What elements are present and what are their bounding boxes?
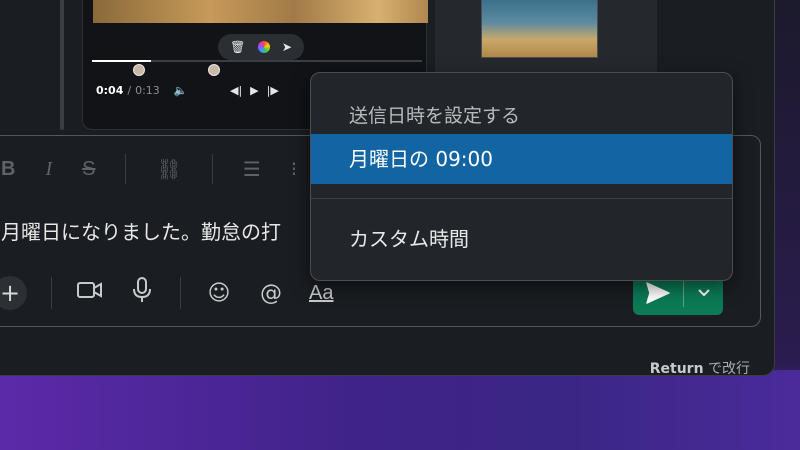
numbered-list-icon[interactable]: ☰ <box>243 157 261 181</box>
skip-back-icon[interactable]: ◀| <box>230 84 242 97</box>
text-style-button[interactable]: Aa <box>309 282 333 305</box>
video-progress-fill <box>92 60 152 62</box>
video-thumbnail[interactable] <box>481 0 598 58</box>
desktop-background <box>0 370 800 450</box>
time-separator: / <box>127 84 132 97</box>
video-time: 0:04 / 0:13 🔈 <box>96 84 188 97</box>
duration: 0:13 <box>135 84 160 97</box>
newline-hint-text: で改行 <box>708 361 750 377</box>
schedule-send-menu: 送信日時を設定する 月曜日の 09:00 カスタム時間 <box>310 72 733 281</box>
emoji-icon[interactable]: ☺ <box>205 281 233 306</box>
bulleted-list-icon[interactable]: ⁝ <box>291 157 297 181</box>
return-key-label: Return <box>649 361 704 377</box>
mention-icon[interactable]: @ <box>257 281 285 306</box>
add-button[interactable]: + <box>0 276 27 310</box>
play-icon[interactable]: ▶ <box>250 84 258 97</box>
avatar-marker[interactable] <box>208 64 220 76</box>
trash-icon[interactable]: 🗑 <box>230 40 245 54</box>
message-input[interactable]: 月曜日になりました。勤怠の打 <box>1 216 281 245</box>
menu-divider <box>311 198 732 199</box>
video-progress-bar[interactable] <box>92 60 422 62</box>
schedule-menu-title: 送信日時を設定する <box>349 105 521 127</box>
toolbar-divider <box>180 277 181 309</box>
send-icon <box>646 282 670 304</box>
color-wheel-icon[interactable] <box>257 41 270 53</box>
playback-controls: ◀| ▶ |▶ <box>230 84 279 97</box>
skip-forward-icon[interactable]: |▶ <box>267 84 279 97</box>
newline-hint: Return で改行 <box>650 358 750 378</box>
italic-icon[interactable]: I <box>45 158 52 181</box>
toolbar-divider <box>51 277 52 309</box>
toolbar-divider <box>125 154 127 184</box>
toolbar-divider <box>211 154 213 184</box>
video-frame[interactable] <box>93 0 428 23</box>
chevron-down-icon <box>697 289 710 297</box>
schedule-option-monday[interactable]: 月曜日の 09:00 <box>311 134 732 184</box>
thread-rail <box>60 0 64 130</box>
video-camera-icon[interactable] <box>76 280 104 306</box>
volume-icon[interactable]: 🔈 <box>174 84 188 97</box>
strikethrough-icon[interactable]: S <box>82 158 95 181</box>
video-toolbar: 🗑 ➤ <box>218 34 304 60</box>
schedule-option-custom[interactable]: カスタム時間 <box>349 223 469 252</box>
current-time: 0:04 <box>96 84 124 97</box>
composer-actions: + ☺ @ Aa <box>0 276 333 310</box>
formatting-toolbar: B I S ⛓ ☰ ⁝ <box>1 154 297 184</box>
avatar-marker[interactable] <box>133 64 145 76</box>
microphone-icon[interactable] <box>128 277 156 309</box>
link-icon[interactable]: ⛓ <box>156 157 181 181</box>
share-icon[interactable]: ➤ <box>282 40 292 54</box>
bold-icon[interactable]: B <box>1 158 15 181</box>
